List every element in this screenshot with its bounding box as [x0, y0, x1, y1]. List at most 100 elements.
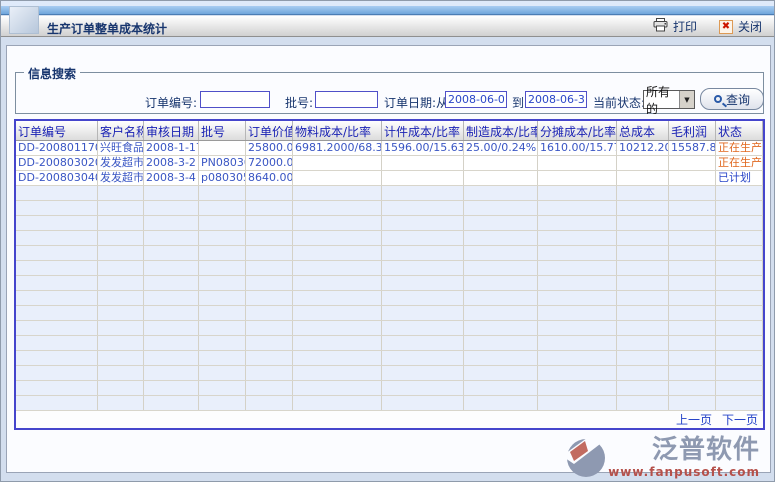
table-cell: 正在生产	[716, 141, 763, 155]
table-cell	[464, 351, 538, 365]
status-label: 当前状态:	[593, 94, 645, 111]
table-row[interactable]: DD-20080117001兴旺食品2008-1-1725800.006981.…	[16, 141, 763, 156]
table-cell	[464, 261, 538, 275]
empty-row	[16, 321, 763, 336]
watermark-brand: 泛普软件	[652, 436, 760, 465]
table-cell	[199, 246, 246, 260]
table-cell	[464, 306, 538, 320]
empty-row	[16, 261, 763, 276]
table-cell	[617, 381, 669, 395]
query-button[interactable]: 查询	[700, 88, 764, 110]
table-cell	[98, 291, 144, 305]
table-cell	[617, 291, 669, 305]
batch-input[interactable]	[315, 91, 378, 108]
table-cell	[293, 261, 382, 275]
print-button[interactable]: 打印	[653, 18, 697, 35]
table-cell	[16, 321, 98, 335]
table-cell	[293, 156, 382, 170]
next-page-link[interactable]: 下一页	[722, 411, 758, 428]
table-cell	[669, 261, 716, 275]
empty-row	[16, 351, 763, 366]
close-button[interactable]: ✖ 关闭	[719, 18, 762, 35]
table-cell	[199, 306, 246, 320]
table-cell	[144, 396, 199, 410]
table-cell	[246, 216, 293, 230]
table-cell	[538, 246, 617, 260]
table-cell	[464, 246, 538, 260]
table-cell	[464, 336, 538, 350]
empty-row	[16, 336, 763, 351]
pagination: 上一页 下一页	[16, 411, 763, 428]
table-cell	[199, 261, 246, 275]
table-cell: 10212.20	[617, 141, 669, 155]
table-cell	[199, 396, 246, 410]
date-from-input[interactable]	[445, 91, 507, 108]
table-cell	[144, 351, 199, 365]
watermark-url: www.fanpusoft.com	[608, 465, 760, 479]
table-cell	[246, 276, 293, 290]
table-cell	[144, 381, 199, 395]
table-cell	[199, 141, 246, 155]
empty-row	[16, 201, 763, 216]
table-cell	[98, 381, 144, 395]
table-header-row: 订单编号客户名称审核日期批号订单价值物料成本/比率计件成本/比率制造成本/比率分…	[16, 121, 763, 141]
table-cell	[617, 306, 669, 320]
table-cell	[538, 231, 617, 245]
table-cell	[382, 381, 464, 395]
table-cell: 15587.80	[669, 141, 716, 155]
table-cell	[669, 336, 716, 350]
app-window: 生产订单整单成本统计 打印 ✖ 关闭 信息搜索 订单编号: 批号:	[0, 0, 775, 482]
table-cell	[538, 321, 617, 335]
status-dropdown[interactable]: 所有的 ▼	[643, 90, 695, 109]
date-to-input[interactable]	[525, 91, 587, 108]
table-cell	[464, 201, 538, 215]
table-cell: 2008-3-4	[144, 171, 199, 185]
prev-page-link[interactable]: 上一页	[676, 411, 712, 428]
table-cell	[199, 201, 246, 215]
table-cell	[98, 396, 144, 410]
print-label: 打印	[673, 18, 697, 35]
table-cell	[669, 396, 716, 410]
table-cell	[144, 231, 199, 245]
table-cell	[16, 366, 98, 380]
table-cell	[617, 201, 669, 215]
table-cell	[246, 201, 293, 215]
table-cell	[464, 156, 538, 170]
table-cell	[669, 156, 716, 170]
table-cell	[464, 216, 538, 230]
order-no-input[interactable]	[200, 91, 270, 108]
table-cell: 兴旺食品	[98, 141, 144, 155]
table-cell	[293, 216, 382, 230]
table-cell	[16, 351, 98, 365]
table-cell	[538, 276, 617, 290]
table-cell	[617, 171, 669, 185]
table-cell	[538, 336, 617, 350]
table-row[interactable]: DD-20080302001发发超市2008-3-2PN08030272000.…	[16, 156, 763, 171]
table-cell	[199, 351, 246, 365]
table-cell	[98, 261, 144, 275]
table-cell	[293, 186, 382, 200]
table-cell	[538, 216, 617, 230]
table-cell	[669, 351, 716, 365]
table-cell	[617, 351, 669, 365]
table-cell	[98, 366, 144, 380]
table-cell	[16, 306, 98, 320]
table-cell: DD-20080117001	[16, 141, 98, 155]
table-row[interactable]: DD-20080304001发发超市2008-3-4p0803058640.00…	[16, 171, 763, 186]
order-date-label: 订单日期:从	[384, 94, 448, 111]
table-cell	[16, 336, 98, 350]
table-cell	[716, 261, 763, 275]
table-cell	[16, 216, 98, 230]
search-icon	[714, 95, 722, 103]
table-cell	[199, 186, 246, 200]
table-cell	[382, 336, 464, 350]
table-cell	[669, 246, 716, 260]
table-cell	[669, 321, 716, 335]
table-cell	[716, 336, 763, 350]
empty-row	[16, 216, 763, 231]
table-cell	[246, 351, 293, 365]
table-cell	[716, 231, 763, 245]
table-cell	[464, 276, 538, 290]
table-cell	[669, 366, 716, 380]
table-cell	[382, 186, 464, 200]
